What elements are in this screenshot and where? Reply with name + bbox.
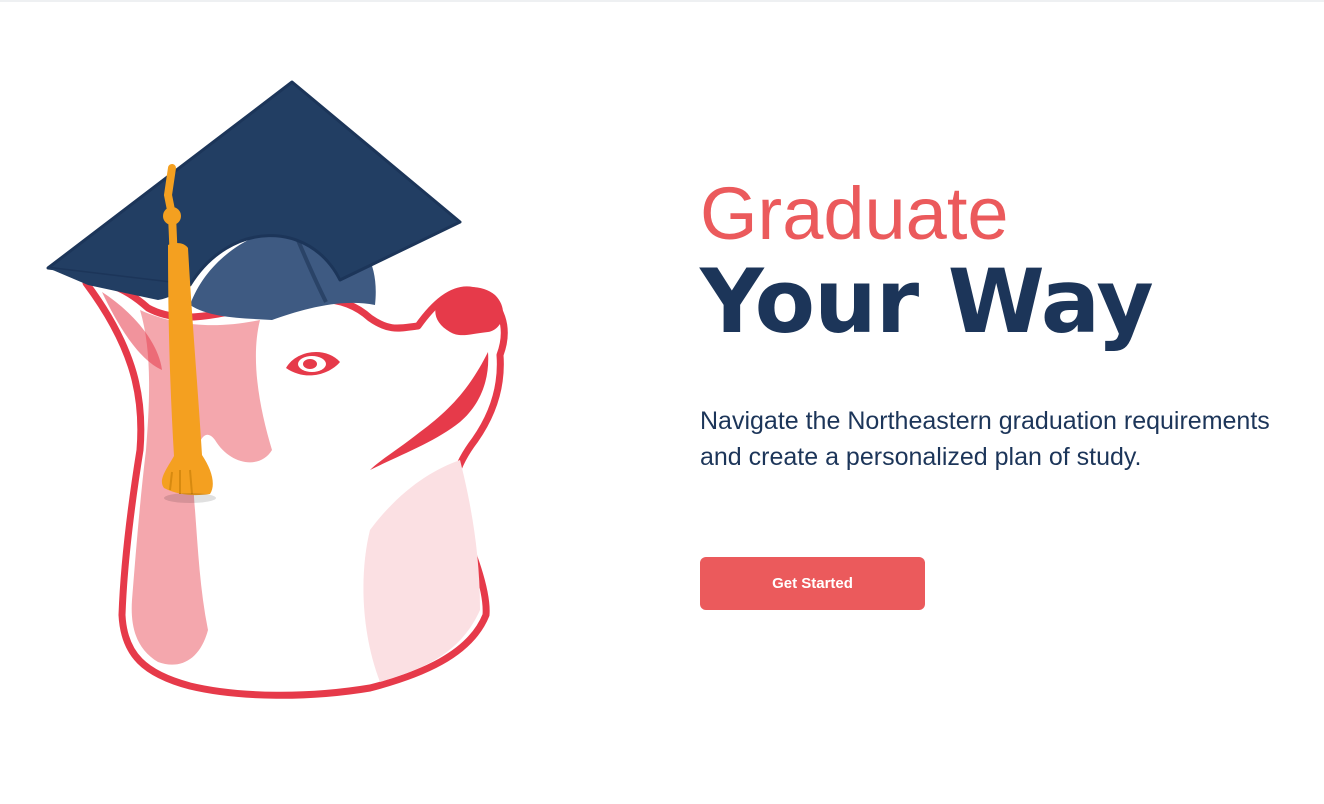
- hero-title-main: Your Way: [700, 250, 1154, 353]
- top-divider: [0, 0, 1324, 2]
- hero-section: Graduate Your Way Navigate the Northeast…: [700, 172, 1300, 475]
- landing-page: Graduate Your Way Navigate the Northeast…: [0, 0, 1324, 804]
- hero-title-top: Graduate: [700, 172, 1009, 255]
- get-started-button[interactable]: Get Started: [700, 557, 925, 610]
- hero-description: Navigate the Northeastern graduation req…: [700, 407, 1270, 471]
- husky-graduation-cap-icon: [46, 80, 508, 699]
